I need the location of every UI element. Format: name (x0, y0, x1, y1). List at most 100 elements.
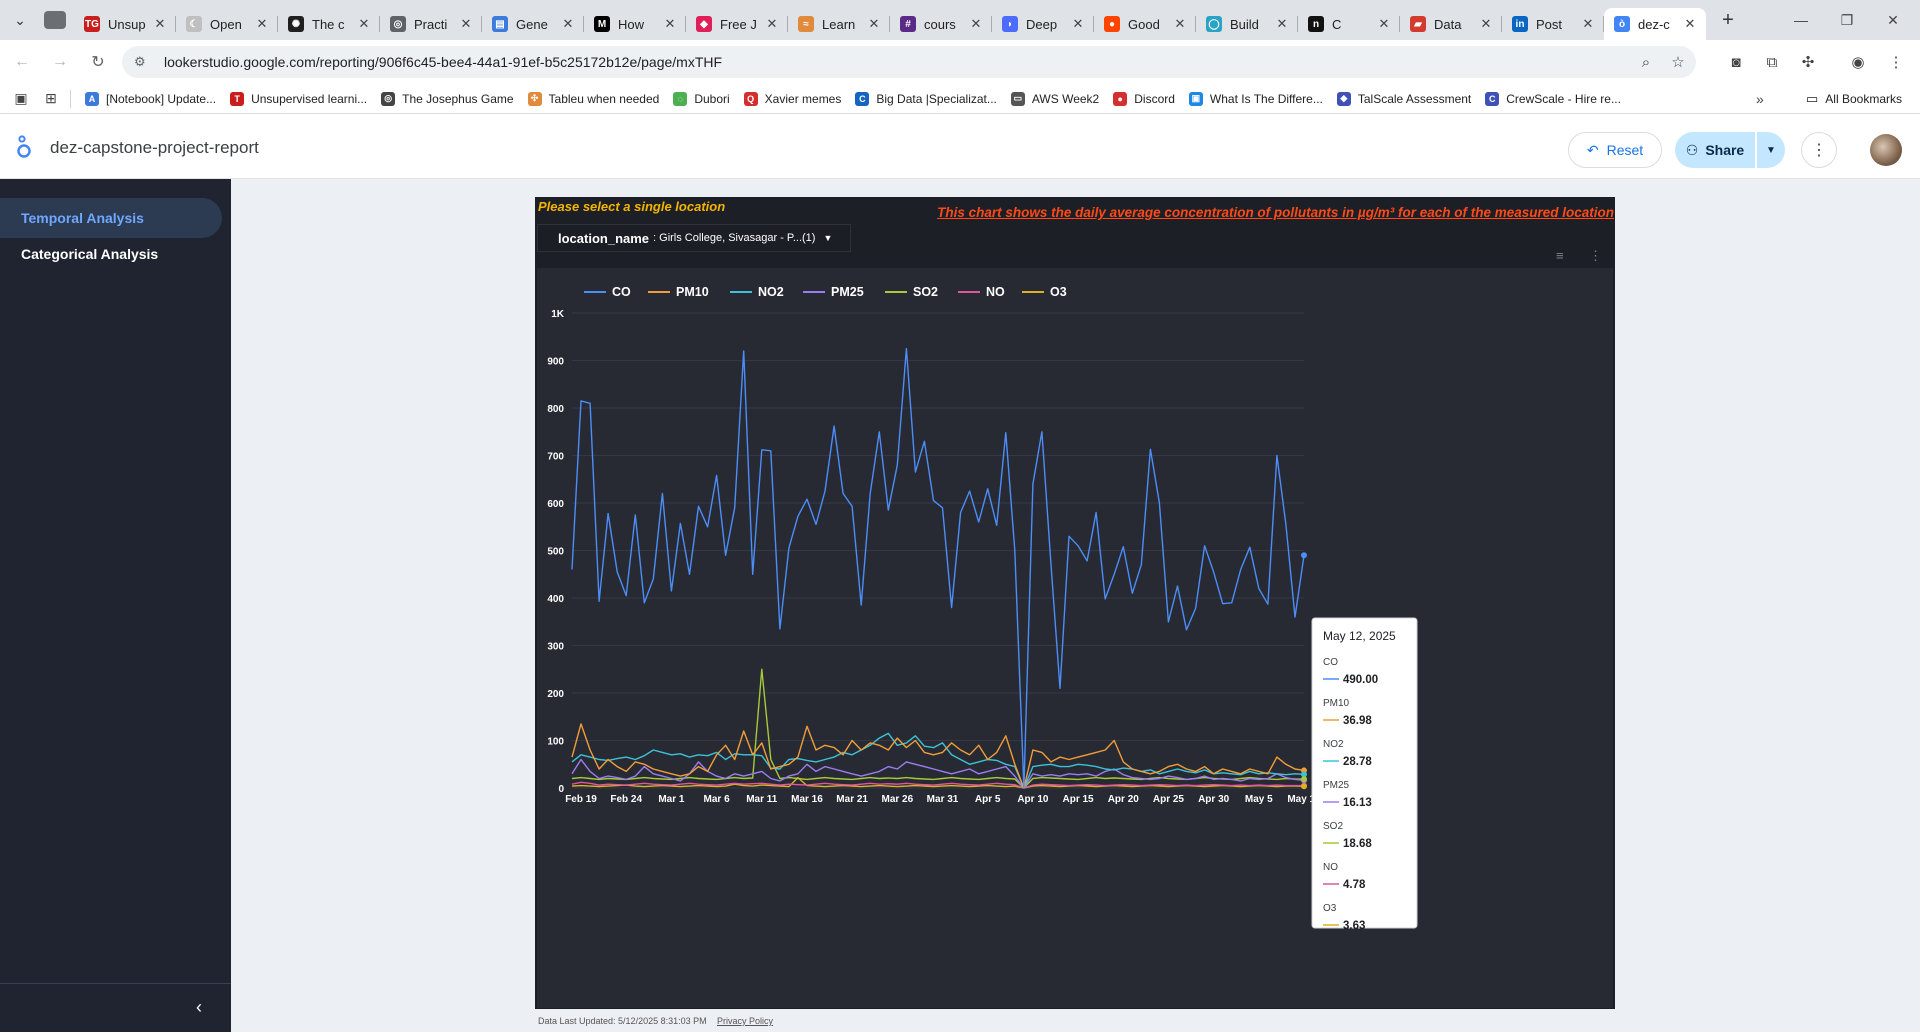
wave-icon: ≈ (798, 16, 814, 32)
site-info-icon[interactable]: ⚙ (134, 54, 150, 70)
bookmark-item[interactable]: ◆ TalScale Assessment (1336, 91, 1471, 106)
close-tab-icon[interactable]: ✕ (458, 16, 474, 32)
browser-tab[interactable]: ▤ Gene ✕ (482, 8, 584, 40)
legend-label[interactable]: NO (986, 285, 1005, 299)
pollutant-line-chart[interactable]: 0 100 200 300 400 500 600 700 800 900 1K Feb 19 Feb … (537, 268, 1613, 1008)
avatar[interactable] (1870, 134, 1902, 166)
close-tab-icon[interactable]: ✕ (1478, 16, 1494, 32)
close-tab-icon[interactable]: ✕ (1274, 16, 1290, 32)
back-icon[interactable]: ← (6, 46, 38, 78)
close-tab-icon[interactable]: ✕ (866, 16, 882, 32)
bookmark-item[interactable]: ✣ Tableu when needed (527, 91, 659, 106)
legend-label[interactable]: NO2 (758, 285, 784, 299)
forward-icon[interactable]: → (44, 46, 76, 78)
close-tab-icon[interactable]: ✕ (152, 16, 168, 32)
browser-tab[interactable]: ◗ Deep ✕ (992, 8, 1094, 40)
browser-tab[interactable]: ◯ Build ✕ (1196, 8, 1298, 40)
share-dropdown-icon[interactable]: ▼ (1757, 132, 1785, 168)
bookmark-item[interactable]: ▣ What Is The Differe... (1188, 91, 1323, 106)
tab-search-chevron-icon[interactable]: ⌄ (0, 0, 40, 40)
tab-title: Open (210, 16, 242, 32)
zoom-icon[interactable]: ⌕ (1630, 46, 1662, 78)
close-tab-icon[interactable]: ✕ (1682, 16, 1698, 32)
x-tick-label: Mar 1 (658, 794, 685, 805)
browser-tab[interactable]: ≈ Learn ✕ (788, 8, 890, 40)
extension-copy-icon[interactable]: ⧉ (1756, 46, 1788, 78)
bookmark-item[interactable]: ◎ The Josephus Game (381, 91, 514, 106)
browser-tab[interactable]: n C ✕ (1298, 8, 1400, 40)
restore-icon[interactable]: ❐ (1824, 0, 1870, 40)
nav-item-categorical-analysis[interactable]: Categorical Analysis (0, 234, 222, 274)
browser-tab[interactable]: # cours ✕ (890, 8, 992, 40)
legend-label[interactable]: O3 (1050, 285, 1067, 299)
browser-tab[interactable]: ◆ Free J ✕ (686, 8, 788, 40)
browser-tab[interactable]: ● Good ✕ (1094, 8, 1196, 40)
close-tab-icon[interactable]: ✕ (662, 16, 678, 32)
apps-grid-icon[interactable]: ⊞ (42, 90, 60, 108)
close-tab-icon[interactable]: ✕ (968, 16, 984, 32)
report-title[interactable]: dez-capstone-project-report (50, 138, 259, 158)
browser-tab[interactable]: TG Unsup ✕ (74, 8, 176, 40)
bookmark-item[interactable]: ● Discord (1113, 91, 1175, 106)
close-tab-icon[interactable]: ✕ (1172, 16, 1188, 32)
close-tab-icon[interactable]: ✕ (1580, 16, 1596, 32)
legend-label[interactable]: PM25 (831, 285, 864, 299)
bookmark-item[interactable]: ▭ AWS Week2 (1010, 91, 1099, 106)
close-tab-icon[interactable]: ✕ (764, 16, 780, 32)
chart-filter-icon[interactable]: ≡ (1556, 248, 1564, 263)
minimize-icon[interactable]: — (1778, 0, 1824, 40)
tab-group-chip[interactable] (44, 11, 66, 29)
bookmark-item[interactable]: A [Notebook] Update... (85, 91, 216, 106)
browser-tab[interactable]: ◎ Practi ✕ (380, 8, 482, 40)
looker-studio-logo-icon[interactable] (14, 134, 34, 160)
profile-icon[interactable]: ◉ (1842, 46, 1874, 78)
bookmark-favicon-icon: ▣ (1188, 91, 1203, 106)
more-bookmarks-icon[interactable]: » (1756, 91, 1764, 107)
tab-title: Learn (822, 16, 856, 32)
x-tick-label: Mar 26 (881, 794, 913, 805)
legend-label[interactable]: CO (612, 285, 631, 299)
close-tab-icon[interactable]: ✕ (560, 16, 576, 32)
chart-menu-icon[interactable]: ⋮ (1589, 248, 1602, 264)
browser-menu-icon[interactable]: ⋮ (1880, 46, 1912, 78)
x-tick-label: Mar 11 (746, 794, 778, 805)
series-line-co[interactable] (571, 347, 1305, 789)
browser-tab[interactable]: M How ✕ (584, 8, 686, 40)
legend-label[interactable]: PM10 (676, 285, 709, 299)
sidebar-toggle-icon[interactable]: ▣ (12, 90, 30, 108)
reload-icon[interactable]: ↻ (82, 46, 114, 78)
browser-tab[interactable]: ☾ Open ✕ (176, 8, 278, 40)
bookmark-item[interactable]: C CrewScale - Hire re... (1485, 91, 1621, 106)
bookmark-item[interactable]: Q Xavier memes (743, 91, 841, 106)
slack-icon: # (900, 16, 916, 32)
share-button[interactable]: ⚇ Share (1675, 132, 1755, 168)
bookmark-item[interactable]: ◌ Dubori (673, 91, 730, 106)
privacy-policy-link[interactable]: Privacy Policy (717, 1016, 773, 1026)
extensions-puzzle-icon[interactable]: ✣ (1792, 46, 1824, 78)
collapse-sidebar-icon[interactable]: ‹ (196, 997, 202, 1018)
all-bookmarks-button[interactable]: ▭ All Bookmarks (1806, 91, 1902, 107)
browser-tab[interactable]: in Post ✕ (1502, 8, 1604, 40)
more-options-icon[interactable]: ⋮ (1801, 132, 1837, 168)
close-tab-icon[interactable]: ✕ (1070, 16, 1086, 32)
bookmark-item[interactable]: C Big Data |Specializat... (855, 91, 997, 106)
nav-item-temporal-analysis[interactable]: Temporal Analysis (0, 198, 222, 238)
legend-label[interactable]: SO2 (913, 285, 938, 299)
screenshot-icon[interactable]: ◙ (1720, 46, 1752, 78)
location-filter-control[interactable]: location_name : Girls College, Sivasagar… (537, 224, 851, 252)
browser-tab[interactable]: ò dez-c ✕ (1604, 8, 1706, 40)
bookmark-star-icon[interactable]: ☆ (1662, 46, 1694, 78)
bookmark-item[interactable]: T Unsupervised learni... (230, 91, 367, 106)
close-tab-icon[interactable]: ✕ (1376, 16, 1392, 32)
reddit-icon: ● (1104, 16, 1120, 32)
browser-tab[interactable]: ▰ Data ✕ (1400, 8, 1502, 40)
close-window-icon[interactable]: ✕ (1870, 0, 1916, 40)
close-tab-icon[interactable]: ✕ (356, 16, 372, 32)
address-bar[interactable]: ⚙ lookerstudio.google.com/reporting/906f… (122, 46, 1696, 78)
browser-tab[interactable]: ✺ The c ✕ (278, 8, 380, 40)
close-tab-icon[interactable]: ✕ (254, 16, 270, 32)
filter-dropdown-icon[interactable]: ▼ (823, 233, 832, 243)
reset-button[interactable]: ↶ Reset (1568, 132, 1662, 168)
x-tick-label: Feb 24 (610, 794, 642, 805)
new-tab-button[interactable]: + (1712, 9, 1744, 32)
